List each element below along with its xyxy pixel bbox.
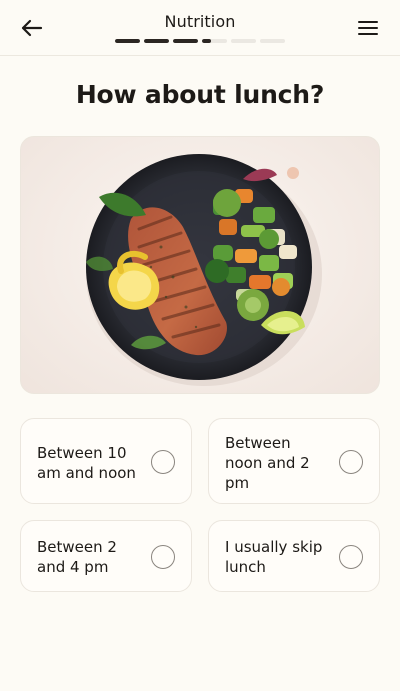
progress-segment (231, 39, 256, 43)
hamburger-menu-icon (358, 21, 378, 35)
progress-bar (115, 39, 285, 43)
radio-button[interactable] (151, 545, 175, 569)
option-label: Between 10 am and noon (37, 444, 136, 482)
progress-segment (115, 39, 140, 43)
progress-segment (144, 39, 169, 43)
menu-button[interactable] (354, 14, 382, 42)
progress-segment (202, 39, 227, 43)
option-skip-lunch[interactable]: I usually skip lunch (208, 520, 380, 592)
question-heading: How about lunch? (75, 80, 325, 109)
option-between-10-and-noon[interactable]: Between 10 am and noon (20, 418, 192, 504)
progress-segment (173, 39, 198, 43)
page-title: Nutrition (164, 12, 236, 31)
radio-button[interactable] (151, 450, 175, 474)
top-bar: Nutrition (0, 0, 400, 56)
option-between-2-and-4[interactable]: Between 2 and 4 pm (20, 520, 192, 592)
option-between-noon-and-2[interactable]: Between noon and 2 pm (208, 418, 380, 504)
option-label: I usually skip lunch (225, 538, 323, 576)
option-label: Between 2 and 4 pm (37, 538, 117, 576)
option-label: Between noon and 2 pm (225, 434, 310, 492)
progress-segment (260, 39, 285, 43)
salmon-plate-illustration (86, 154, 322, 386)
radio-button[interactable] (339, 545, 363, 569)
lunch-image (20, 136, 380, 394)
radio-button[interactable] (339, 450, 363, 474)
